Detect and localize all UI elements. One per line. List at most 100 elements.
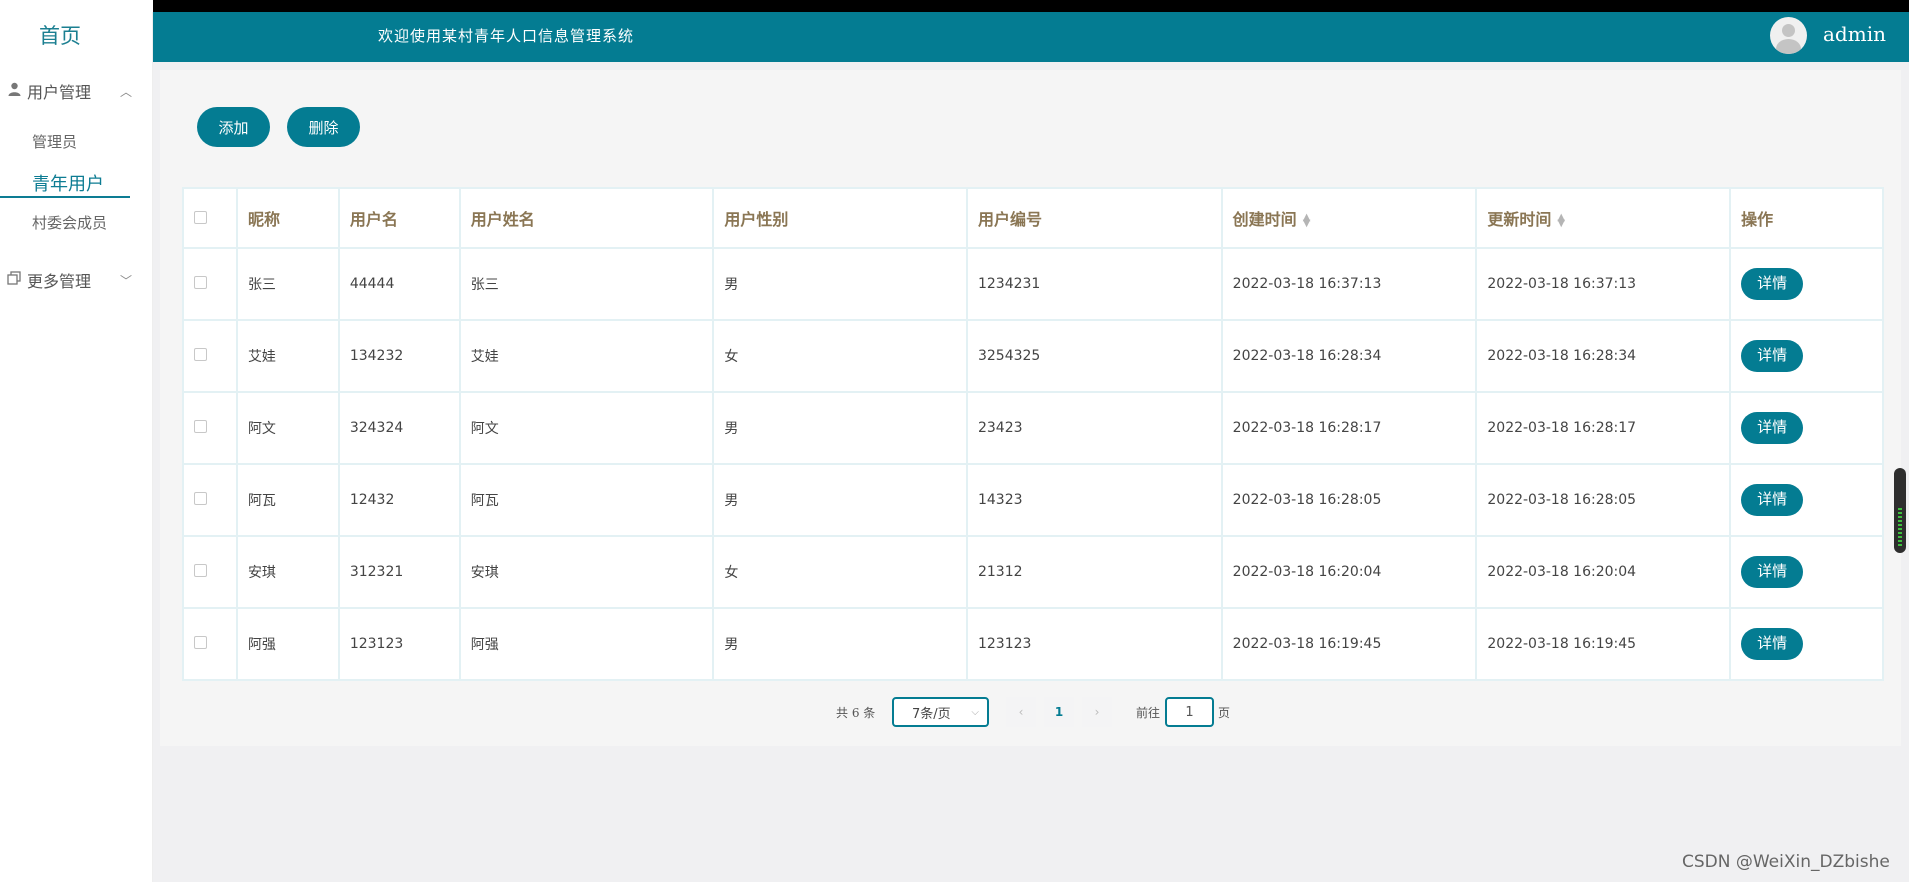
sidebar-item-admins[interactable]: 管理员 <box>32 131 77 152</box>
cell-gender: 男 <box>712 463 968 537</box>
row-actions-cell: 详情 <box>1729 391 1884 465</box>
detail-button[interactable]: 详情 <box>1741 628 1804 660</box>
top-header: 欢迎使用某村青年人口信息管理系统 admin <box>153 12 1909 62</box>
row-actions-cell: 详情 <box>1729 247 1884 321</box>
cell-code: 23423 <box>965 391 1223 465</box>
detail-button[interactable]: 详情 <box>1741 412 1804 444</box>
select-all-checkbox[interactable] <box>194 210 207 224</box>
cell-code: 123123 <box>965 607 1223 681</box>
row-select-cell <box>182 607 238 681</box>
sidebar-group-label: 更多管理 <box>27 272 92 291</box>
cell-nickname: 阿文 <box>235 391 340 465</box>
column-header-created[interactable]: 创建时间 ▲ ▼ <box>1220 187 1478 249</box>
cell-nickname: 阿瓦 <box>235 463 340 537</box>
column-header-actions: 操作 <box>1729 187 1884 249</box>
user-icon <box>3 82 25 100</box>
cell-nickname: 安琪 <box>235 535 340 609</box>
row-select-cell <box>182 247 238 321</box>
chevron-right-icon: › <box>1094 705 1100 719</box>
detail-button[interactable]: 详情 <box>1741 268 1804 300</box>
page-size-value: 7条/页 <box>912 706 951 722</box>
table-row: 阿文 324324 阿文男 23423 2022-03-18 16:28:17 2022-… <box>182 391 1884 465</box>
cell-code: 3254325 <box>965 319 1223 393</box>
cell-nickname: 艾娃 <box>235 319 340 393</box>
cell-created: 2022-03-18 16:28:17 <box>1220 391 1478 465</box>
cell-gender: 男 <box>712 391 968 465</box>
current-user-name[interactable]: admin <box>1823 22 1886 46</box>
detail-button[interactable]: 详情 <box>1741 340 1804 372</box>
row-actions-cell: 详情 <box>1729 319 1884 393</box>
row-select-cell <box>182 463 238 537</box>
cell-created: 2022-03-18 16:37:13 <box>1220 247 1478 321</box>
cell-realname: 阿瓦 <box>458 463 715 537</box>
cell-realname: 艾娃 <box>458 319 715 393</box>
sidebar-item-youth-users[interactable]: 青年用户 <box>32 170 104 196</box>
sidebar: 首页 用户管理 ︿ 管理员 青年用户 村委会成员 更多管理 ﹀ <box>0 12 153 882</box>
select-all-cell <box>182 187 238 249</box>
table-row: 安琪 312321 安琪女 21312 2022-03-18 16:20:04 2022-… <box>182 535 1884 609</box>
column-header-updated-label: 更新时间 <box>1487 210 1552 229</box>
cell-code: 21312 <box>965 535 1223 609</box>
column-header-username: 用户名 <box>337 187 461 249</box>
sidebar-group-label: 用户管理 <box>27 83 92 102</box>
cell-realname: 张三 <box>458 247 715 321</box>
row-checkbox[interactable] <box>194 491 207 505</box>
row-checkbox[interactable] <box>194 419 207 433</box>
column-header-code: 用户编号 <box>965 187 1223 249</box>
cell-created: 2022-03-18 16:28:34 <box>1220 319 1478 393</box>
cell-updated: 2022-03-18 16:28:34 <box>1475 319 1732 393</box>
row-actions-cell: 详情 <box>1729 463 1884 537</box>
cell-gender: 女 <box>712 535 968 609</box>
cell-updated: 2022-03-18 16:28:17 <box>1475 391 1732 465</box>
goto-page-input[interactable]: 1 <box>1165 697 1214 727</box>
chevron-left-icon: ‹ <box>1018 705 1024 719</box>
cell-username: 134232 <box>337 319 461 393</box>
table-row: 张三 44444 张三男 1234231 2022-03-18 16:37:13 2022… <box>182 247 1884 321</box>
sort-icon[interactable]: ▲ ▼ <box>1557 212 1565 228</box>
page-size-select[interactable]: 7条/页 ⌵ <box>892 697 989 727</box>
avatar-body-shape <box>1776 39 1801 54</box>
sidebar-home-link[interactable]: 首页 <box>0 20 120 50</box>
sidebar-item-committee-members[interactable]: 村委会成员 <box>32 212 107 233</box>
row-checkbox[interactable] <box>194 275 207 289</box>
detail-button[interactable]: 详情 <box>1741 556 1804 588</box>
prev-page-button[interactable]: ‹ <box>1006 697 1036 727</box>
avatar[interactable] <box>1770 17 1807 54</box>
add-button[interactable]: 添加 <box>197 107 270 147</box>
delete-button[interactable]: 删除 <box>287 107 360 147</box>
cell-username: 324324 <box>337 391 461 465</box>
table-header-row: 昵称 用户名 用户姓名 用户性别 用户编号 创建时间 ▲ ▼ 更新时间 ▲ ▼ 操作 <box>182 187 1884 249</box>
column-header-created-label: 创建时间 <box>1232 210 1297 229</box>
cell-gender: 男 <box>712 247 968 321</box>
cell-updated: 2022-03-18 16:28:05 <box>1475 463 1732 537</box>
sidebar-group-more-management[interactable]: 更多管理 ﹀ <box>0 263 153 297</box>
sort-icon[interactable]: ▲ ▼ <box>1303 212 1311 228</box>
row-actions-cell: 详情 <box>1729 607 1884 681</box>
chevron-down-icon: ⌵ <box>971 706 979 718</box>
cell-created: 2022-03-18 16:28:05 <box>1220 463 1478 537</box>
cell-code: 14323 <box>965 463 1223 537</box>
chevron-down-icon: ﹀ <box>120 273 133 288</box>
cell-updated: 2022-03-18 16:37:13 <box>1475 247 1732 321</box>
row-checkbox[interactable] <box>194 635 207 649</box>
page-number-current[interactable]: 1 <box>1044 697 1074 727</box>
cell-username: 12432 <box>337 463 461 537</box>
table-body: 张三 44444 张三男 1234231 2022-03-18 16:37:13 2022… <box>182 247 1884 681</box>
sidebar-group-user-management[interactable]: 用户管理 ︿ <box>0 74 153 108</box>
watermark: CSDN @WeiXin_DZbishe <box>1682 852 1890 872</box>
scrollbar-thumb[interactable] <box>1894 468 1906 553</box>
row-actions-cell: 详情 <box>1729 535 1884 609</box>
column-header-updated[interactable]: 更新时间 ▲ ▼ <box>1475 187 1732 249</box>
next-page-button[interactable]: › <box>1082 697 1112 727</box>
row-checkbox[interactable] <box>194 347 207 361</box>
goto-label: 前往 <box>1136 705 1161 720</box>
cell-username: 312321 <box>337 535 461 609</box>
table-row: 阿瓦 12432 阿瓦男 14323 2022-03-18 16:28:05 2022-0… <box>182 463 1884 537</box>
cell-username: 123123 <box>337 607 461 681</box>
chevron-up-icon: ︿ <box>120 84 133 99</box>
detail-button[interactable]: 详情 <box>1741 484 1804 516</box>
row-select-cell <box>182 319 238 393</box>
cell-gender: 男 <box>712 607 968 681</box>
row-checkbox[interactable] <box>194 563 207 577</box>
table-row: 阿强 123123 阿强男 123123 2022-03-18 16:19:45 2022… <box>182 607 1884 681</box>
